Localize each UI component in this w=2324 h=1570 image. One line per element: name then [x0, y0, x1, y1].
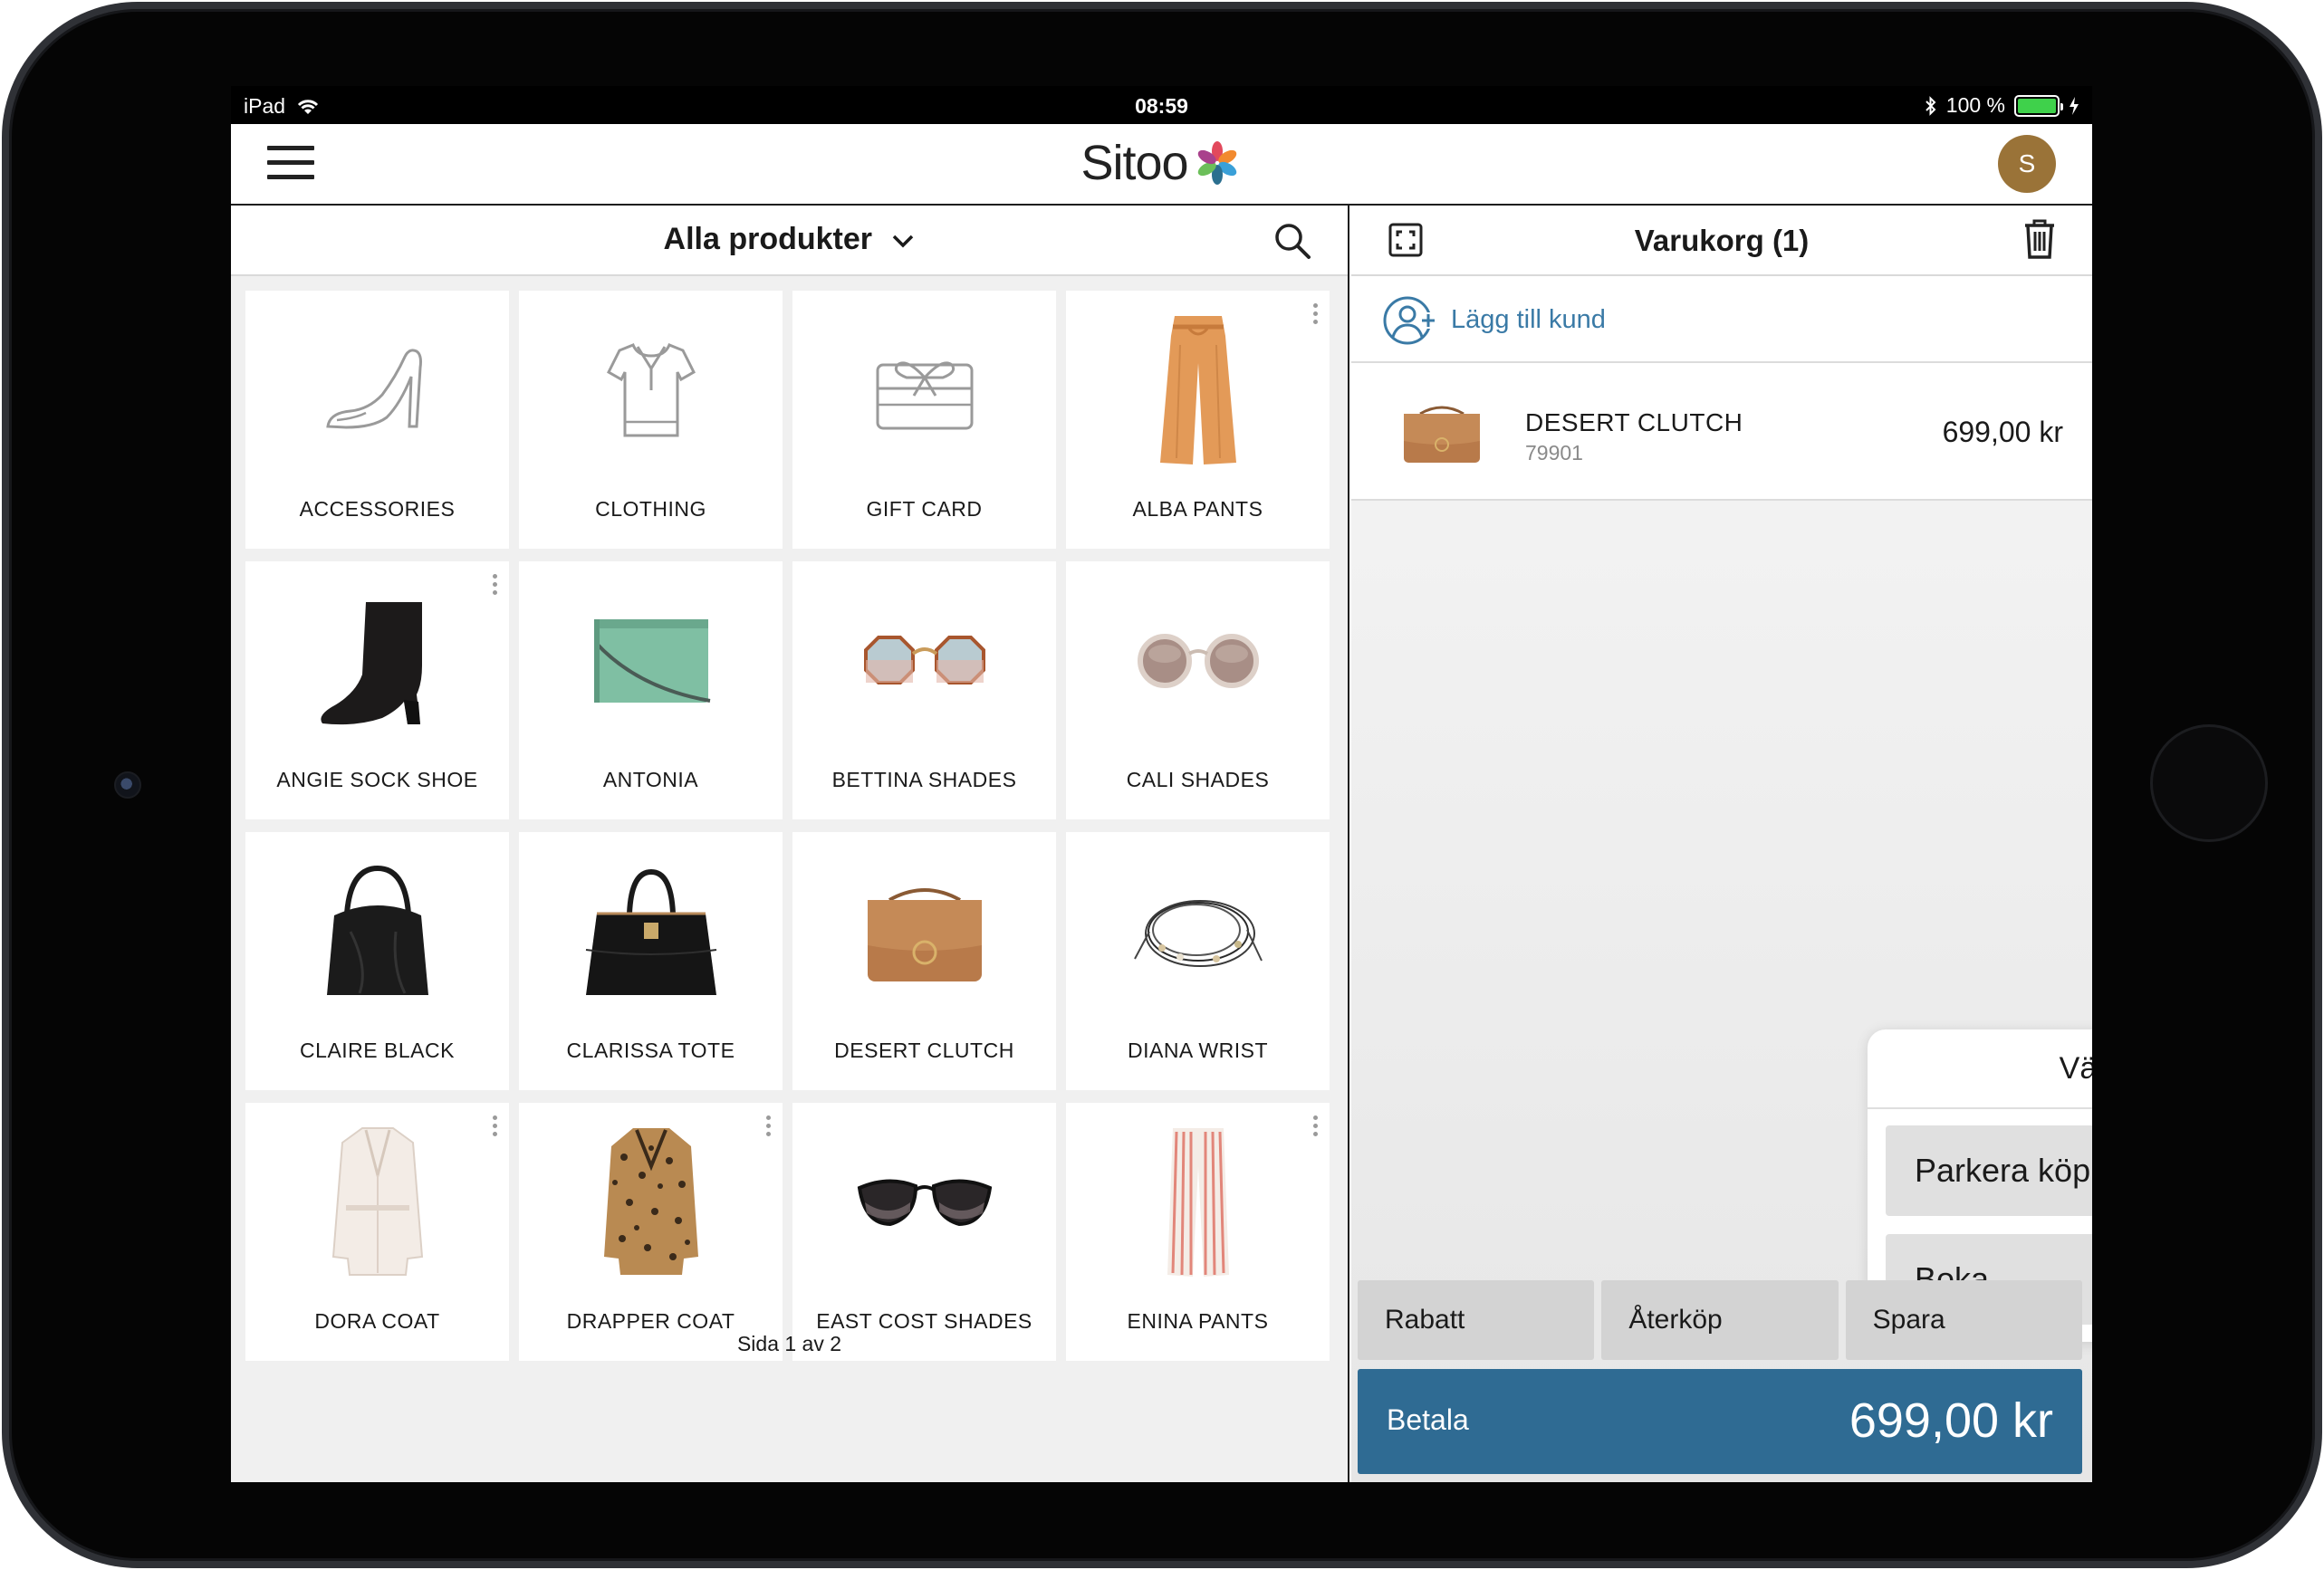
- tote-bag-image: [585, 868, 716, 995]
- product-label: DESERT CLUTCH: [834, 1039, 1014, 1062]
- product-label: ACCESSORIES: [299, 497, 456, 521]
- battery-level: [2018, 98, 2056, 113]
- clock: 08:59: [1135, 94, 1188, 118]
- white-coat-image: [331, 1127, 423, 1276]
- catalog-toolbar: Alla produkter: [231, 206, 1348, 276]
- high-heel-shoe-icon: [325, 349, 422, 429]
- product-tile[interactable]: BETTINA SHADES: [792, 561, 1056, 819]
- search-icon[interactable]: [1273, 222, 1311, 260]
- battery-percent: 100 %: [1945, 93, 2005, 117]
- logo-text: Sitoo: [1080, 136, 1188, 190]
- product-tile[interactable]: DRAPPER COAT: [519, 1103, 783, 1361]
- discount-button[interactable]: Rabatt: [1358, 1280, 1595, 1360]
- battery-icon: [2014, 94, 2063, 117]
- product-label: CALI SHADES: [1126, 768, 1270, 791]
- cart-header: Varukorg (1): [1351, 206, 2092, 276]
- logo: Sitoo: [231, 135, 2092, 191]
- product-label: CLOTHING: [595, 497, 706, 521]
- cart-line-item[interactable]: DESERT CLUTCH 79901 699,00 kr: [1351, 363, 2092, 501]
- product-tile[interactable]: DORA COAT: [245, 1103, 509, 1361]
- pants-image: [1159, 316, 1236, 464]
- product-tile[interactable]: ANGIE SOCK SHOE: [245, 561, 509, 819]
- product-tile[interactable]: ALBA PANTS: [1066, 291, 1330, 549]
- sunglasses-octagon-image: [863, 636, 985, 684]
- cat-eye-sunglasses-image: [857, 1179, 992, 1227]
- shirt-icon: [606, 343, 696, 437]
- cart-item-price: 699,00 kr: [1942, 416, 2063, 448]
- product-tile[interactable]: CLARISSA TOTE: [519, 832, 783, 1090]
- product-label: EAST COST SHADES: [816, 1309, 1032, 1333]
- bracelet-image: [1133, 900, 1263, 967]
- product-tile[interactable]: ANTONIA: [519, 561, 783, 819]
- cart-item-sku: 79901: [1525, 441, 1583, 464]
- product-label: GIFT CARD: [866, 497, 983, 521]
- bluetooth-icon: [1925, 95, 1936, 116]
- product-label: ANTONIA: [602, 768, 699, 791]
- product-label: ANGIE SOCK SHOE: [276, 768, 478, 791]
- category-label: Alla produkter: [663, 222, 873, 256]
- charging-icon: [2070, 96, 2079, 115]
- hobo-bag-image: [326, 865, 428, 995]
- screen: iPad 08:59 100 % Sitoo S Alla produkter …: [231, 86, 2092, 1482]
- pagination: Sida 1 av 2: [736, 1332, 842, 1355]
- boot-image: [320, 602, 422, 725]
- product-label: DRAPPER COAT: [566, 1309, 735, 1333]
- leopard-coat-image: [603, 1128, 698, 1275]
- avatar[interactable]: S: [1998, 135, 2056, 193]
- chevron-down-icon: [893, 235, 914, 248]
- cart-title: Varukorg (1): [1634, 224, 1810, 257]
- product-tile[interactable]: GIFT CARD: [792, 291, 1056, 549]
- suede-bag-thumbnail: [1404, 406, 1480, 463]
- product-label: BETTINA SHADES: [831, 768, 1017, 791]
- home-button[interactable]: [2150, 724, 2268, 842]
- add-customer-button[interactable]: Lägg till kund: [1351, 276, 2092, 363]
- gift-card-icon: [876, 361, 973, 430]
- pay-label: Betala: [1387, 1403, 1469, 1436]
- camera-icon: [114, 771, 141, 799]
- pay-amount: 699,00 kr: [1849, 1393, 2053, 1448]
- status-bar: iPad 08:59 100 %: [231, 86, 2092, 124]
- product-tile[interactable]: CALI SHADES: [1066, 561, 1330, 819]
- product-tile[interactable]: DESERT CLUTCH: [792, 832, 1056, 1090]
- product-tile[interactable]: EAST COST SHADES: [792, 1103, 1056, 1361]
- product-catalog: Alla produkter ACCESSORIES CLOTHING GIFT…: [231, 206, 1349, 1482]
- cart-action-row: Rabatt Återköp Spara: [1358, 1280, 2082, 1360]
- product-tile[interactable]: ENINA PANTS: [1066, 1103, 1330, 1361]
- popover-divider: [1868, 1107, 2092, 1109]
- product-tile[interactable]: CLAIRE BLACK: [245, 832, 509, 1090]
- save-button[interactable]: Spara: [1845, 1280, 2082, 1360]
- product-tile[interactable]: DIANA WRIST: [1066, 832, 1330, 1090]
- app-header: Sitoo S: [231, 124, 2092, 206]
- product-label: DORA COAT: [314, 1309, 440, 1333]
- add-user-icon: [1383, 296, 1436, 345]
- logo-flower-icon: [1197, 141, 1236, 185]
- category-dropdown[interactable]: Alla produkter: [231, 222, 1348, 257]
- product-label: DIANA WRIST: [1127, 1039, 1268, 1062]
- product-tile[interactable]: CLOTHING: [519, 291, 783, 549]
- product-label: CLARISSA TOTE: [566, 1039, 735, 1062]
- clutch-green-image: [593, 619, 710, 703]
- product-label: ALBA PANTS: [1132, 497, 1263, 521]
- product-grid: ACCESSORIES CLOTHING GIFT CARD ALBA PANT…: [245, 291, 1338, 1361]
- trash-icon[interactable]: [2021, 218, 2058, 260]
- cart-item-name: DESERT CLUTCH: [1525, 408, 1743, 436]
- add-customer-label: Lägg till kund: [1451, 305, 1606, 334]
- striped-pants-image: [1167, 1128, 1229, 1277]
- product-label: CLAIRE BLACK: [300, 1039, 455, 1062]
- park-purchase-option[interactable]: Parkera köp: [1886, 1125, 2092, 1216]
- product-tile[interactable]: ACCESSORIES: [245, 291, 509, 549]
- suede-bag-image: [867, 888, 982, 981]
- return-button[interactable]: Återköp: [1601, 1280, 1839, 1360]
- popover-title: Välj: [2059, 1051, 2092, 1086]
- product-label: ENINA PANTS: [1127, 1309, 1269, 1333]
- pay-button[interactable]: Betala 699,00 kr: [1358, 1369, 2082, 1474]
- sunglasses-round-image: [1137, 634, 1259, 688]
